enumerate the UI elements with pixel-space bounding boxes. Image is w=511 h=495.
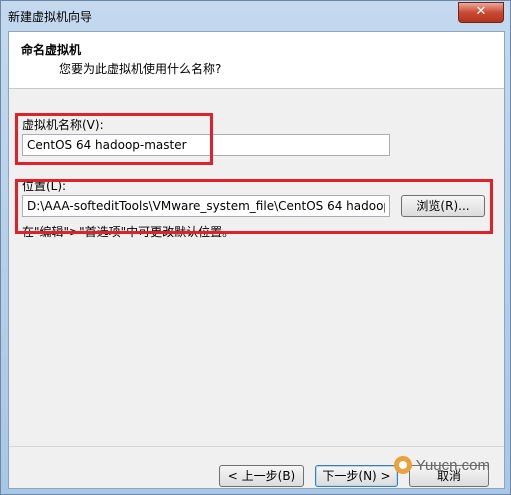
- wizard-content: 命名虚拟机 您要为此虚拟机使用什么名称? 虚拟机名称(V): 位置(L): 浏览…: [8, 31, 505, 489]
- back-button[interactable]: < 上一步(B): [219, 465, 304, 487]
- wizard-window: 新建虚拟机向导 ✕ 命名虚拟机 您要为此虚拟机使用什么名称? 虚拟机名称(V):…: [0, 0, 511, 495]
- location-highlight-box: [15, 179, 493, 234]
- close-icon: ✕: [475, 4, 487, 19]
- footer-divider: [9, 446, 504, 447]
- page-subheading: 您要为此虚拟机使用什么名称?: [59, 62, 222, 76]
- next-button[interactable]: 下一步(N) >: [315, 465, 398, 487]
- wizard-header: 命名虚拟机 您要为此虚拟机使用什么名称?: [9, 32, 504, 89]
- watermark-text: Yuucn.com: [415, 456, 490, 474]
- close-button[interactable]: ✕: [458, 2, 504, 23]
- watermark-logo-icon: [393, 456, 412, 474]
- watermark: Yuucn.com: [393, 456, 490, 474]
- name-highlight-box: [15, 113, 213, 165]
- page-heading: 命名虚拟机: [21, 43, 82, 57]
- title-bar[interactable]: 新建虚拟机向导 ✕: [1, 1, 510, 31]
- window-title: 新建虚拟机向导: [8, 10, 93, 24]
